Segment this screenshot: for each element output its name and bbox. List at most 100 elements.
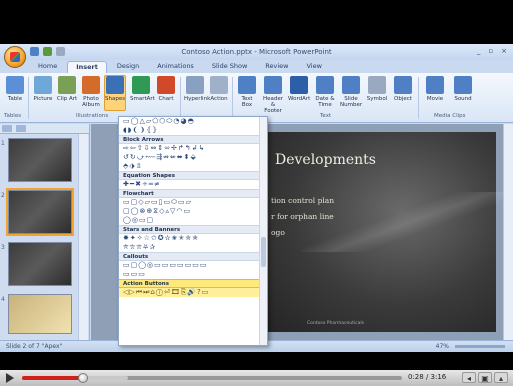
slide-number: 2 xyxy=(1,192,5,199)
slide-number: 1 xyxy=(1,140,5,147)
section-block-arrows: Block Arrows xyxy=(119,135,267,144)
clip-art-label: Clip Art xyxy=(56,96,78,102)
shape-row[interactable]: ▭▢◇▱▭▯▭⬭▭▱ xyxy=(119,198,267,207)
close-button[interactable]: × xyxy=(501,47,507,55)
slide-number-button[interactable]: Slide Number xyxy=(340,76,362,108)
chart-icon xyxy=(157,76,175,94)
maximize-button[interactable]: ▫ xyxy=(488,47,493,55)
photo-album-button[interactable]: Photo Album xyxy=(80,76,102,108)
scrollbar-thumb[interactable] xyxy=(261,237,266,267)
wordart-button[interactable]: WordArt xyxy=(288,76,310,102)
shapes-button[interactable]: Shapes xyxy=(104,75,126,111)
table-label: Table xyxy=(7,96,23,102)
shape-row[interactable]: ▭▢◯◎▭▭▭▭▭▭▭ xyxy=(119,261,267,270)
section-action-buttons: Action Buttons xyxy=(119,279,267,288)
play-icon[interactable] xyxy=(6,373,14,383)
slide-thumbnail-4[interactable] xyxy=(8,294,72,334)
text-box-button[interactable]: Text Box xyxy=(236,76,258,108)
chart-button[interactable]: Chart xyxy=(155,76,177,102)
chart-label: Chart xyxy=(158,96,174,102)
slide-number-icon xyxy=(342,76,360,94)
table-icon xyxy=(6,76,24,94)
smartart-icon xyxy=(132,76,150,94)
office-button[interactable] xyxy=(4,46,26,68)
movie-label: Movie xyxy=(426,96,444,102)
picture-button[interactable]: Picture xyxy=(32,76,54,102)
object-button[interactable]: Object xyxy=(392,76,414,102)
slide-bullet-3[interactable]: ogo xyxy=(271,228,285,237)
slide-scrollbar[interactable] xyxy=(503,124,513,340)
action-button[interactable]: Action xyxy=(208,76,230,102)
picture-label: Picture xyxy=(33,96,53,102)
progress-bar[interactable] xyxy=(22,373,402,383)
slide-thumbnail-2[interactable] xyxy=(6,188,74,236)
slide-footer: Contoso Pharmaceuticals xyxy=(307,321,364,326)
minimize-button[interactable]: _ xyxy=(477,47,481,55)
shapes-gallery: ▭◯△▱⬠⬡⬭◔◕◓ ◖◗❨❩⦃⦄ Block Arrows ⇨⇦⇧⇩⇔⇕⬄✢↱… xyxy=(118,116,268,346)
ribbon-separator xyxy=(418,77,419,119)
header-footer-label: Header & Footer xyxy=(262,96,284,114)
window-title: Contoso Action.pptx - Microsoft PowerPoi… xyxy=(181,48,332,56)
volume-icon[interactable]: ◂ xyxy=(462,372,476,383)
zoom-slider[interactable] xyxy=(455,345,505,348)
slides-pane-scrollbar[interactable] xyxy=(78,134,88,340)
shape-row[interactable]: ◁▷⏮⏭⌂ⓘ⏎🎞⎘🔊?▭ xyxy=(119,288,267,297)
current-slide[interactable]: Developments tion control plan r for orp… xyxy=(261,132,513,332)
clip-art-button[interactable]: Clip Art xyxy=(56,76,78,102)
slide-title[interactable]: Developments xyxy=(275,152,376,168)
tab-animations[interactable]: Animations xyxy=(149,61,202,73)
section-flowchart: Flowchart xyxy=(119,189,267,198)
outline-tab[interactable] xyxy=(16,125,26,132)
symbol-button[interactable]: Symbol xyxy=(366,76,388,102)
shape-row[interactable]: ◖◗❨❩⦃⦄ xyxy=(119,126,267,135)
pane-tabs xyxy=(0,124,89,134)
tab-view[interactable]: View xyxy=(299,61,330,73)
shape-row[interactable]: ↺↻⤻⬳⇶⇏⇍⬌⬍⬙ xyxy=(119,153,267,162)
scrubber-handle[interactable] xyxy=(77,373,88,383)
shape-row[interactable]: ⇨⇦⇧⇩⇔⇕⬄✢↱↰↲↳ xyxy=(119,144,267,153)
tab-design[interactable]: Design xyxy=(109,61,147,73)
shape-row[interactable]: ▢◯⊗⊕⧖◇▵▽◠▭ xyxy=(119,207,267,216)
tab-slide-show[interactable]: Slide Show xyxy=(204,61,255,73)
expand-icon[interactable]: ▴ xyxy=(494,372,508,383)
shape-row[interactable]: ◯◎▭▢ xyxy=(119,216,267,225)
shapes-gallery-scrollbar[interactable] xyxy=(259,117,267,345)
ribbon-separator xyxy=(180,77,181,119)
smartart-button[interactable]: SmartArt xyxy=(130,76,155,102)
hyperlink-button[interactable]: Hyperlink xyxy=(184,76,210,102)
sound-button[interactable]: Sound xyxy=(452,76,474,102)
time-display: 0:28 / 3:16 xyxy=(408,373,447,381)
slide-thumbnail-1[interactable] xyxy=(8,138,72,182)
wordart-label: WordArt xyxy=(288,96,311,102)
shapes-label: Shapes xyxy=(105,96,126,102)
section-callouts: Callouts xyxy=(119,252,267,261)
header-footer-button[interactable]: Header & Footer xyxy=(262,76,284,114)
shape-row[interactable]: ⛤⛥⛦⛧✰ xyxy=(119,243,267,252)
movie-icon xyxy=(426,76,444,94)
shape-row[interactable]: ▭▭▭ xyxy=(119,270,267,279)
video-player: 0:28 / 3:16 ◂ ▣ ▴ xyxy=(0,352,513,386)
movie-button[interactable]: Movie xyxy=(424,76,446,102)
tab-insert[interactable]: Insert xyxy=(67,61,107,73)
fullscreen-icon[interactable]: ▣ xyxy=(478,372,492,383)
slide-bullet-1[interactable]: tion control plan xyxy=(271,196,334,205)
status-view-controls: 47% xyxy=(436,343,505,350)
ribbon-separator xyxy=(28,77,29,119)
slides-tab[interactable] xyxy=(2,125,12,132)
sound-label: Sound xyxy=(454,96,472,102)
photo-album-icon xyxy=(82,76,100,94)
tab-review[interactable]: Review xyxy=(257,61,296,73)
table-button[interactable]: Table xyxy=(4,76,26,102)
tab-home[interactable]: Home xyxy=(30,61,65,73)
date-time-button[interactable]: Date & Time xyxy=(314,76,336,108)
slide-thumbnail-3[interactable] xyxy=(8,242,72,286)
shape-row[interactable]: ✚━✖÷═≠ xyxy=(119,180,267,189)
clip-art-icon xyxy=(58,76,76,94)
shape-row[interactable]: ▭◯△▱⬠⬡⬭◔◕◓ xyxy=(119,117,267,126)
text-box-label: Text Box xyxy=(241,96,253,108)
progress-played xyxy=(22,376,83,380)
slide-bullet-2[interactable]: r for orphan line xyxy=(271,212,334,221)
zoom-level[interactable]: 47% xyxy=(436,343,449,350)
shape-row[interactable]: ⬘⬗⇫ xyxy=(119,162,267,171)
shape-row[interactable]: ✸✦✧☆✩✪✫✬✭✮✯ xyxy=(119,234,267,243)
